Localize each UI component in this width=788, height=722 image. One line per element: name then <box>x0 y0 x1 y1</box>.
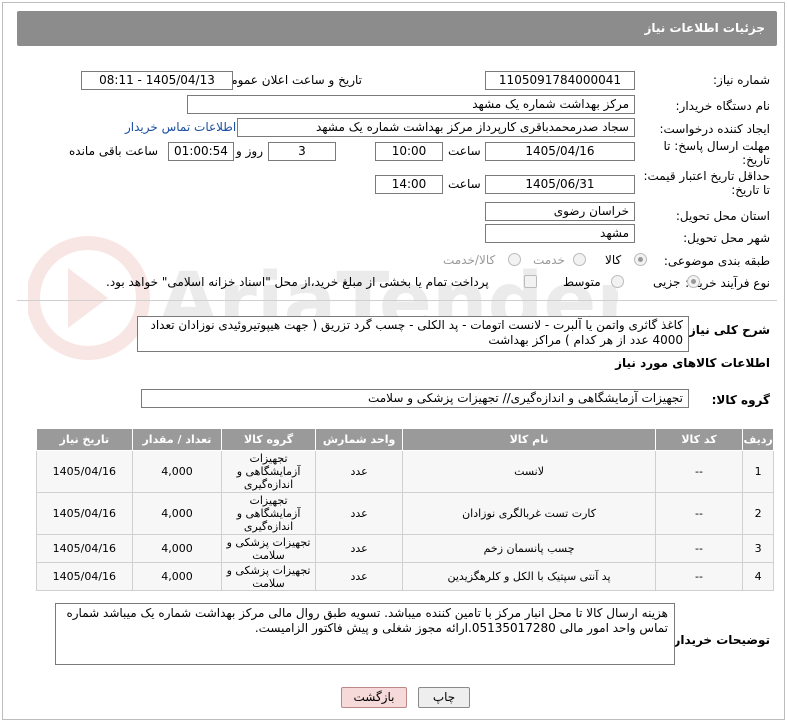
cell-group: تجهیزات آزمایشگاهی و اندازه‌گیری <box>221 492 316 535</box>
category-radio-goods[interactable] <box>634 253 647 266</box>
deadline-date-field: 1405/04/16 <box>485 142 635 161</box>
cell-index: 1 <box>742 450 774 493</box>
cell-name: چسب پانسمان زخم <box>402 534 656 563</box>
cell-unit: عدد <box>314 450 404 493</box>
cell-code: -- <box>654 450 744 493</box>
creator-label: ایجاد کننده درخواست: <box>659 122 770 136</box>
print-button[interactable]: چاپ <box>418 687 470 708</box>
deadline-time-field: 10:00 <box>375 142 443 161</box>
divider <box>17 300 777 301</box>
col-header-date: تاریخ نیاز <box>36 428 133 451</box>
col-header-index: ردیف <box>742 428 774 451</box>
cell-index: 2 <box>742 492 774 535</box>
buyer-org-label: نام دستگاه خریدار: <box>675 99 771 113</box>
cell-unit: عدد <box>314 492 404 535</box>
table-row: 4 -- پد آنتی سپتیک با الکل و کلرهگزیدین … <box>36 562 774 591</box>
cell-qty: 4,000 <box>131 534 223 563</box>
province-field: خراسان رضوی <box>485 202 635 221</box>
category-radio-service[interactable] <box>573 253 586 266</box>
page-title: جزئیات اطلاعات نیاز <box>17 11 777 46</box>
cell-index: 4 <box>742 562 774 591</box>
cell-name: لانست <box>402 450 656 493</box>
city-label: شهر محل تحویل: <box>683 231 770 245</box>
cell-name: پد آنتی سپتیک با الکل و کلرهگزیدین <box>402 562 656 591</box>
announce-field: 1405/04/13 - 08:11 <box>81 71 233 90</box>
remaining-time-field: 01:00:54 <box>168 142 234 161</box>
cell-qty: 4,000 <box>131 492 223 535</box>
deadline-label: مهلت ارسال پاسخ: تا <box>663 139 770 153</box>
remaining-label: ساعت باقی مانده <box>69 144 159 158</box>
col-header-group: گروه کالا <box>221 428 316 451</box>
category-radio-goods-service[interactable] <box>508 253 521 266</box>
buyer-org-field: مرکز بهداشت شماره یک مشهد <box>187 95 635 114</box>
process-option-medium: متوسط <box>563 275 601 289</box>
process-radio-minor[interactable] <box>687 275 700 288</box>
description-text: کاغذ گاثری واتمن یا آلبرت - لانست اتومات… <box>137 316 689 352</box>
contact-info-link[interactable]: اطلاعات تماس خریدار <box>125 120 236 134</box>
cell-index: 3 <box>742 534 774 563</box>
cell-code: -- <box>654 534 744 563</box>
table-row: 3 -- چسب پانسمان زخم عدد تجهیزات پزشکی و… <box>36 534 774 563</box>
category-label: طبقه بندی موضوعی: <box>663 254 770 268</box>
cell-unit: عدد <box>314 534 404 563</box>
col-header-code: کد کالا <box>654 428 744 451</box>
validity-label: حداقل تاریخ اعتبار قیمت: <box>643 169 770 183</box>
cell-qty: 4,000 <box>131 450 223 493</box>
days-remaining-field: 3 <box>268 142 336 161</box>
cell-unit: عدد <box>314 562 404 591</box>
goods-table: ردیف کد کالا نام کالا واحد شمارش گروه کا… <box>36 428 774 591</box>
cell-date: 1405/04/16 <box>36 562 133 591</box>
treasury-payment-note: پرداخت تمام یا بخشی از مبلغ خرید،از محل … <box>106 275 489 289</box>
table-header-row: ردیف کد کالا نام کالا واحد شمارش گروه کا… <box>36 428 774 451</box>
process-option-minor: جزیی <box>653 275 681 289</box>
process-radio-medium[interactable] <box>611 275 624 288</box>
col-header-qty: تعداد / مقدار <box>131 428 223 451</box>
cell-group: تجهیزات پزشکی و سلامت <box>221 562 316 591</box>
announce-label: تاریخ و ساعت اعلان عمومی: <box>217 73 362 87</box>
col-header-name: نام کالا <box>402 428 656 451</box>
col-header-unit: واحد شمارش <box>314 428 404 451</box>
category-option-goods: کالا <box>605 253 622 267</box>
validity-time-field: 14:00 <box>375 175 443 194</box>
page-frame: AriaTender.net جزئیات اطلاعات نیاز شماره… <box>2 2 785 720</box>
category-option-service: خدمت <box>533 253 565 267</box>
validity-date-field: 1405/06/31 <box>485 175 635 194</box>
cell-date: 1405/04/16 <box>36 450 133 493</box>
buyer-notes-label: توضیحات خریدار: <box>668 633 770 647</box>
cell-code: -- <box>654 562 744 591</box>
back-button[interactable]: بازگشت <box>341 687 407 708</box>
goods-group-field: تجهیزات آزمایشگاهی و اندازه‌گیری// تجهیز… <box>141 389 689 408</box>
deadline-time-label: ساعت <box>448 144 481 158</box>
cell-date: 1405/04/16 <box>36 534 133 563</box>
validity-label-2: تا تاریخ: <box>731 183 770 197</box>
buyer-notes-text: هزینه ارسال کالا تا محل انبار مرکز با تا… <box>55 603 675 665</box>
treasury-payment-checkbox[interactable] <box>524 275 537 288</box>
description-label: شرح کلی نیاز: <box>684 323 770 337</box>
deadline-label-2: تاریخ: <box>742 153 770 167</box>
cell-code: -- <box>654 492 744 535</box>
cell-date: 1405/04/16 <box>36 492 133 535</box>
need-number-label: شماره نیاز: <box>713 73 770 87</box>
cell-name: کارت تست غربالگری نوزادان <box>402 492 656 535</box>
table-row: 1 -- لانست عدد تجهیزات آزمایشگاهی و اندا… <box>36 450 774 493</box>
province-label: استان محل تحویل: <box>675 209 770 223</box>
validity-time-label: ساعت <box>448 177 481 191</box>
need-number-field: 1105091784000041 <box>485 71 635 90</box>
cell-qty: 4,000 <box>131 562 223 591</box>
cell-group: تجهیزات آزمایشگاهی و اندازه‌گیری <box>221 450 316 493</box>
category-option-goods-service: کالا/خدمت <box>443 253 496 267</box>
cell-group: تجهیزات پزشکی و سلامت <box>221 534 316 563</box>
goods-section-title: اطلاعات کالاهای مورد نیاز <box>615 356 770 370</box>
table-row: 2 -- کارت تست غربالگری نوزادان عدد تجهیز… <box>36 492 774 535</box>
city-field: مشهد <box>485 224 635 243</box>
days-label: روز و <box>236 144 263 158</box>
creator-field: سجاد صدرمحمدباقری کارپرداز مرکز بهداشت ش… <box>237 118 635 137</box>
goods-group-label: گروه کالا: <box>711 393 770 407</box>
